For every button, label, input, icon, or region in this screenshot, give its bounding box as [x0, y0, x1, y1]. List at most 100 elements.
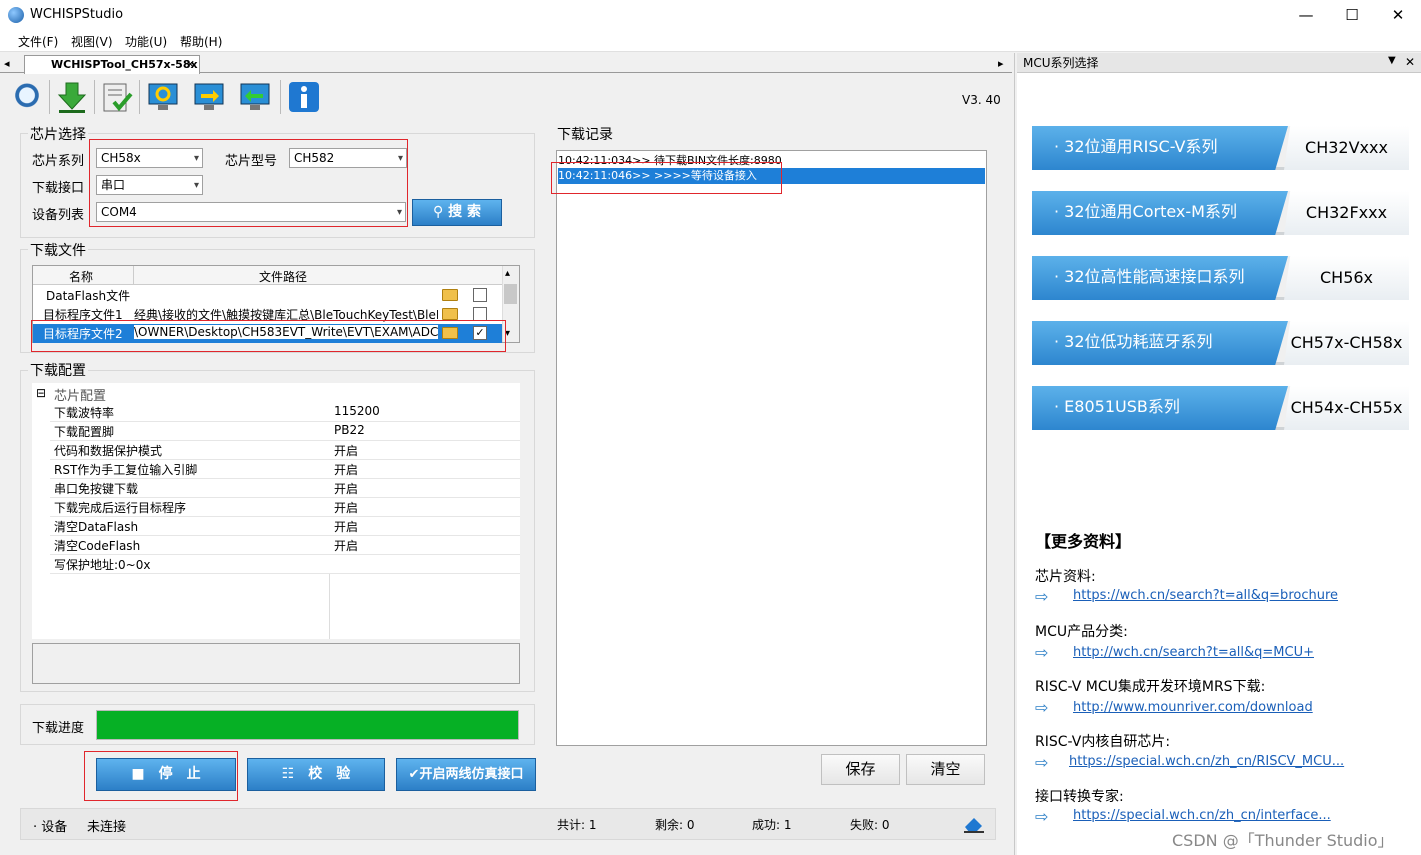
- tab-scroll-right-icon[interactable]: ▸: [998, 57, 1004, 70]
- info-icon[interactable]: [287, 80, 321, 114]
- success-count: 成功: 1: [752, 818, 792, 832]
- highlight-box: [84, 751, 238, 801]
- config-row[interactable]: 代码和数据保护模式 开启: [50, 441, 520, 460]
- series-name: · 32位通用RISC-V系列: [1032, 126, 1288, 170]
- series-name: · 32位通用Cortex-M系列: [1032, 191, 1288, 235]
- folder-icon[interactable]: [442, 289, 458, 301]
- config-row[interactable]: 下载完成后运行目标程序 开启: [50, 498, 520, 517]
- panel-menu-icon[interactable]: ▼: [1388, 55, 1396, 66]
- resource-label: 接口转换专家:: [1035, 789, 1124, 805]
- toolbar-separator: [94, 80, 95, 114]
- import-monitor-icon[interactable]: [238, 80, 272, 114]
- arrow-right-icon: ⇨: [1035, 643, 1049, 662]
- series-code: CH54x-CH55x: [1284, 386, 1409, 430]
- watermark: CSDN @「Thunder Studio」: [1172, 831, 1394, 850]
- interface-label: 下载接口: [32, 181, 85, 196]
- resource-label: RISC-V内核自研芯片:: [1035, 734, 1171, 750]
- config-row[interactable]: RST作为手工复位输入引脚 开启: [50, 460, 520, 479]
- config-value: 开启: [334, 444, 359, 458]
- toolbar-separator: [49, 80, 50, 114]
- resource-link[interactable]: http://wch.cn/search?t=all&q=MCU+: [1073, 645, 1314, 660]
- config-key: 清空DataFlash: [54, 520, 139, 534]
- device-status-label: · 设备: [33, 820, 68, 835]
- arrow-right-icon: ⇨: [1035, 753, 1049, 772]
- highlight-box: [551, 162, 782, 194]
- config-value: 开启: [334, 520, 359, 534]
- config-row[interactable]: 清空CodeFlash 开启: [50, 536, 520, 555]
- close-button[interactable]: ✕: [1375, 0, 1421, 30]
- config-row[interactable]: 下载配置脚 PB22: [50, 422, 520, 441]
- resource-link[interactable]: https://special.wch.cn/zh_cn/RISCV_MCU..…: [1069, 754, 1344, 769]
- device-list-label: 设备列表: [32, 208, 85, 223]
- resource-label: RISC-V MCU集成开发环境MRS下载:: [1035, 679, 1266, 695]
- scroll-up-icon[interactable]: ▴: [505, 268, 510, 279]
- collapse-icon[interactable]: ⊟: [36, 386, 46, 400]
- menu-help[interactable]: 帮助(H): [180, 33, 222, 50]
- toolbar-separator: [139, 80, 140, 114]
- col-name-header: 名称: [69, 270, 94, 284]
- clear-log-button[interactable]: 清空: [906, 754, 985, 785]
- refresh-monitor-icon[interactable]: [146, 80, 180, 114]
- series-name: · E8051USB系列: [1032, 386, 1288, 430]
- file-checkbox[interactable]: [473, 307, 487, 321]
- tab-close-icon[interactable]: ✕: [186, 56, 195, 73]
- config-value: PB22: [334, 423, 365, 437]
- log-panel[interactable]: [556, 150, 987, 746]
- tab-wchisptool[interactable]: WCHISPTool_CH57x-58x ✕: [24, 55, 200, 74]
- maximize-button[interactable]: ☐: [1329, 0, 1375, 30]
- progress-label: 下载进度: [32, 721, 85, 736]
- config-key: 写保护地址:0~0x: [54, 558, 151, 572]
- series-cortex-m[interactable]: · 32位通用Cortex-M系列 CH32Fxxx: [1032, 191, 1409, 235]
- resource-link[interactable]: https://special.wch.cn/zh_cn/interface..…: [1073, 808, 1331, 823]
- resource-link[interactable]: https://wch.cn/search?t=all&q=brochure: [1073, 588, 1338, 603]
- resource-link[interactable]: http://www.mounriver.com/download: [1073, 700, 1313, 715]
- verify-button[interactable]: ☷ 校 验: [247, 758, 385, 791]
- panel-close-icon[interactable]: ✕: [1405, 55, 1415, 69]
- minimize-button[interactable]: —: [1283, 0, 1329, 30]
- search-device-icon[interactable]: [10, 80, 44, 114]
- save-log-button[interactable]: 保存: [821, 754, 900, 785]
- scroll-thumb[interactable]: [504, 284, 517, 304]
- verify-icon[interactable]: [100, 80, 134, 114]
- series-code: CH57x-CH58x: [1284, 321, 1409, 365]
- series-highspeed[interactable]: · 32位高性能高速接口系列 CH56x: [1032, 256, 1409, 300]
- arrow-right-icon: ⇨: [1035, 698, 1049, 717]
- search-icon: ⚲: [432, 204, 449, 220]
- file-checkbox[interactable]: [473, 288, 487, 302]
- device-status-value: 未连接: [87, 820, 127, 835]
- tab-scroll-left-icon[interactable]: ◂: [4, 57, 10, 70]
- menu-file[interactable]: 文件(F): [18, 33, 58, 50]
- config-key: RST作为手工复位输入引脚: [54, 463, 198, 477]
- folder-icon[interactable]: [442, 308, 458, 320]
- menu-function[interactable]: 功能(U): [125, 33, 167, 50]
- emulation-label: 开启两线仿真接口: [419, 767, 524, 782]
- eraser-icon[interactable]: [963, 815, 985, 833]
- series-name: · 32位低功耗蓝牙系列: [1032, 321, 1288, 365]
- config-row[interactable]: 串口免按键下载 开启: [50, 479, 520, 498]
- config-key: 串口免按键下载: [54, 482, 139, 496]
- menu-view[interactable]: 视图(V): [71, 33, 113, 50]
- config-value: 开启: [334, 482, 359, 496]
- series-e8051usb[interactable]: · E8051USB系列 CH54x-CH55x: [1032, 386, 1409, 430]
- config-value: 开启: [334, 539, 359, 553]
- search-button[interactable]: ⚲ 搜 索: [412, 199, 502, 226]
- emulation-button[interactable]: ✔开启两线仿真接口: [396, 758, 536, 791]
- progress-fill: [97, 711, 518, 739]
- series-ble[interactable]: · 32位低功耗蓝牙系列 CH57x-CH58x: [1032, 321, 1409, 365]
- export-monitor-icon[interactable]: [192, 80, 226, 114]
- download-icon[interactable]: [55, 80, 89, 114]
- title-bar: [0, 0, 1421, 30]
- config-key: 清空CodeFlash: [54, 539, 141, 553]
- checklist-icon: ☷: [281, 766, 309, 782]
- arrow-right-icon: ⇨: [1035, 587, 1049, 606]
- mcu-panel-title: MCU系列选择: [1023, 56, 1099, 70]
- window-title: WCHISPStudio: [30, 7, 124, 22]
- series-riscv[interactable]: · 32位通用RISC-V系列 CH32Vxxx: [1032, 126, 1409, 170]
- file-row[interactable]: DataFlash文件: [33, 286, 502, 305]
- chip-series-label: 芯片系列: [32, 154, 85, 169]
- config-row[interactable]: 写保护地址:0~0x: [50, 555, 520, 574]
- config-row[interactable]: 下载波特率 115200: [50, 403, 520, 422]
- remaining-count: 剩余: 0: [655, 818, 695, 832]
- config-key: 代码和数据保护模式: [54, 444, 163, 458]
- config-row[interactable]: 清空DataFlash 开启: [50, 517, 520, 536]
